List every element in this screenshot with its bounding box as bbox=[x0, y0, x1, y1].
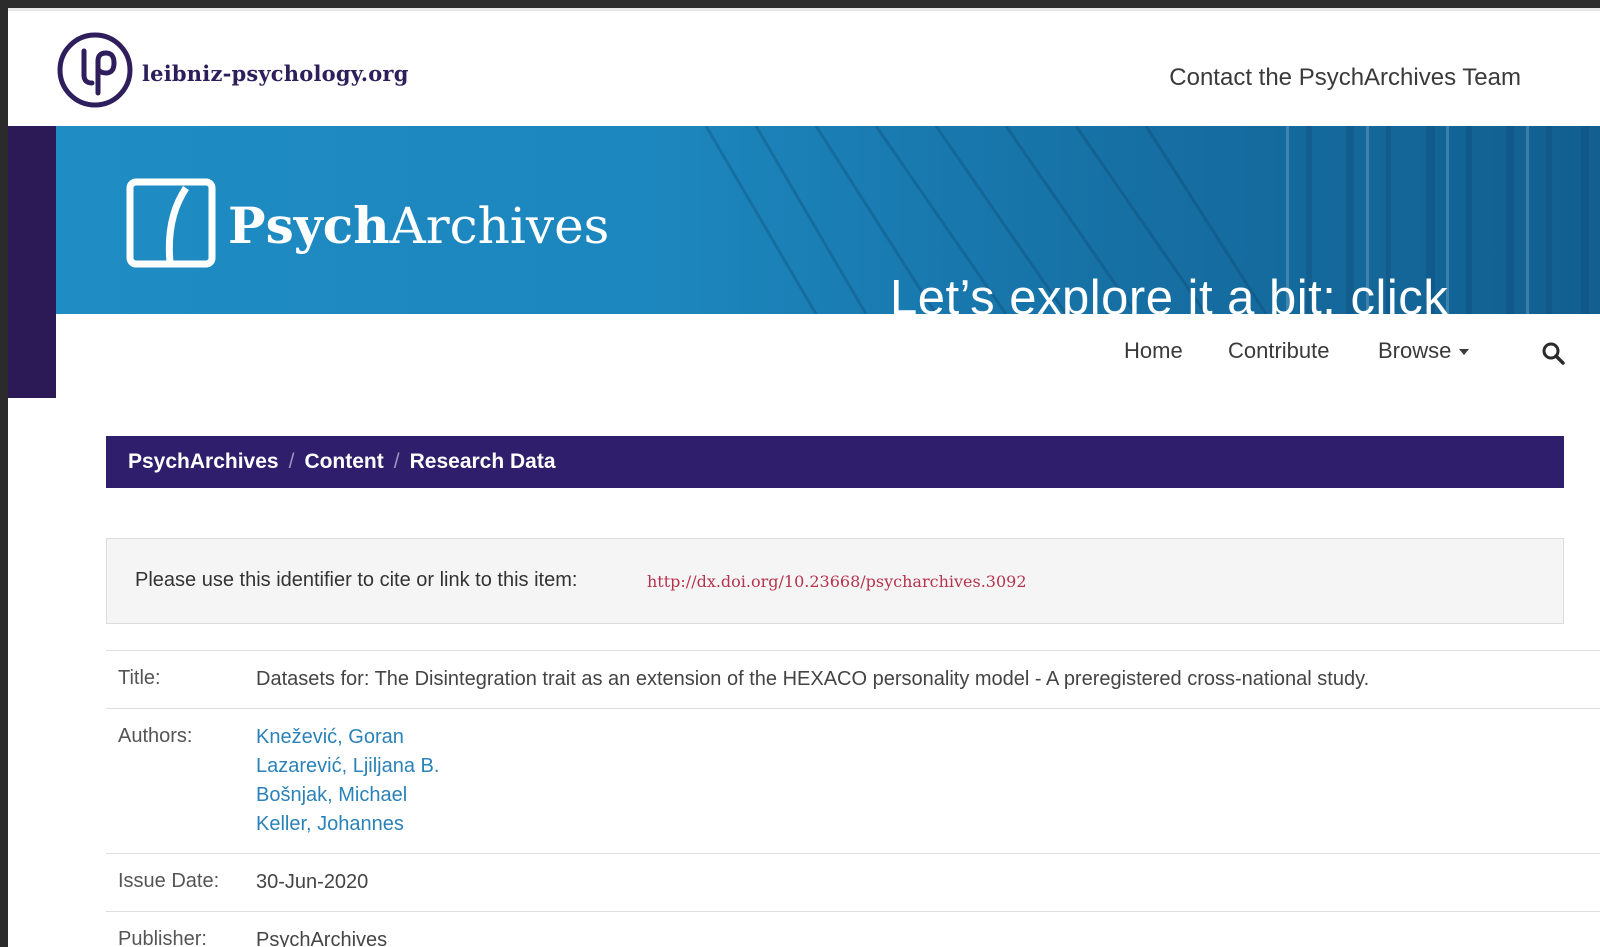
metadata-row-publisher: Publisher: PsychArchives bbox=[106, 911, 1600, 947]
breadcrumb-separator: / bbox=[288, 450, 295, 473]
breadcrumb: PsychArchives / Content / Research Data bbox=[106, 436, 1564, 488]
brand-bold: Psych bbox=[228, 196, 390, 255]
citation-box: Please use this identifier to cite or li… bbox=[106, 538, 1564, 624]
psycharchives-brand[interactable]: PsychArchives bbox=[228, 196, 609, 255]
nav-browse[interactable]: Browse bbox=[1378, 338, 1470, 364]
citation-label: Please use this identifier to cite or li… bbox=[135, 569, 578, 591]
breadcrumb-separator: / bbox=[393, 450, 400, 473]
author-link[interactable]: Lazarević, Ljiljana B. bbox=[256, 752, 1600, 781]
breadcrumb-research-data[interactable]: Research Data bbox=[410, 450, 556, 473]
issue-date-label: Issue Date: bbox=[118, 870, 220, 892]
doi-link[interactable]: http://dx.doi.org/10.23668/psycharchives… bbox=[647, 572, 1027, 591]
author-link[interactable]: Knežević, Goran bbox=[256, 723, 1600, 752]
breadcrumb-psycharchives[interactable]: PsychArchives bbox=[128, 450, 279, 473]
tutorial-caption: Let’s explore it a bit: click bbox=[890, 271, 1449, 325]
title-value: Datasets for: The Disintegration trait a… bbox=[256, 668, 1370, 690]
breadcrumb-content[interactable]: Content bbox=[304, 450, 383, 473]
publisher-label: Publisher: bbox=[118, 928, 207, 947]
main-nav: Home Contribute Browse bbox=[8, 338, 1600, 378]
brand-light: Archives bbox=[389, 197, 610, 255]
nav-contribute[interactable]: Contribute bbox=[1228, 338, 1330, 364]
authors-label: Authors: bbox=[118, 725, 193, 747]
nav-browse-label: Browse bbox=[1378, 338, 1452, 363]
nav-home[interactable]: Home bbox=[1124, 338, 1183, 364]
search-icon[interactable] bbox=[1541, 341, 1565, 365]
title-label: Title: bbox=[118, 667, 161, 689]
author-link[interactable]: Bošnjak, Michael bbox=[256, 781, 1600, 810]
top-header: leibniz-psychology.org Contact the Psych… bbox=[8, 8, 1600, 129]
issue-date-value: 30-Jun-2020 bbox=[256, 871, 369, 893]
authors-list: Knežević, Goran Lazarević, Ljiljana B. B… bbox=[256, 709, 1600, 853]
caret-down-icon bbox=[1459, 349, 1470, 356]
psycharchives-logo-icon[interactable] bbox=[126, 178, 216, 268]
author-link[interactable]: Keller, Johannes bbox=[256, 810, 1600, 839]
metadata-row-issue-date: Issue Date: 30-Jun-2020 bbox=[106, 853, 1600, 911]
page: leibniz-psychology.org Contact the Psych… bbox=[8, 8, 1600, 947]
leibniz-logo-icon[interactable] bbox=[56, 31, 134, 109]
metadata-row-title: Title: Datasets for: The Disintegration … bbox=[106, 650, 1600, 708]
leibniz-site-name[interactable]: leibniz-psychology.org bbox=[142, 61, 409, 86]
metadata-row-authors: Authors: Knežević, Goran Lazarević, Ljil… bbox=[106, 708, 1600, 853]
item-metadata-table: Title: Datasets for: The Disintegration … bbox=[106, 650, 1600, 947]
contact-team-link[interactable]: Contact the PsychArchives Team bbox=[1169, 64, 1521, 92]
publisher-value: PsychArchives bbox=[256, 929, 388, 947]
